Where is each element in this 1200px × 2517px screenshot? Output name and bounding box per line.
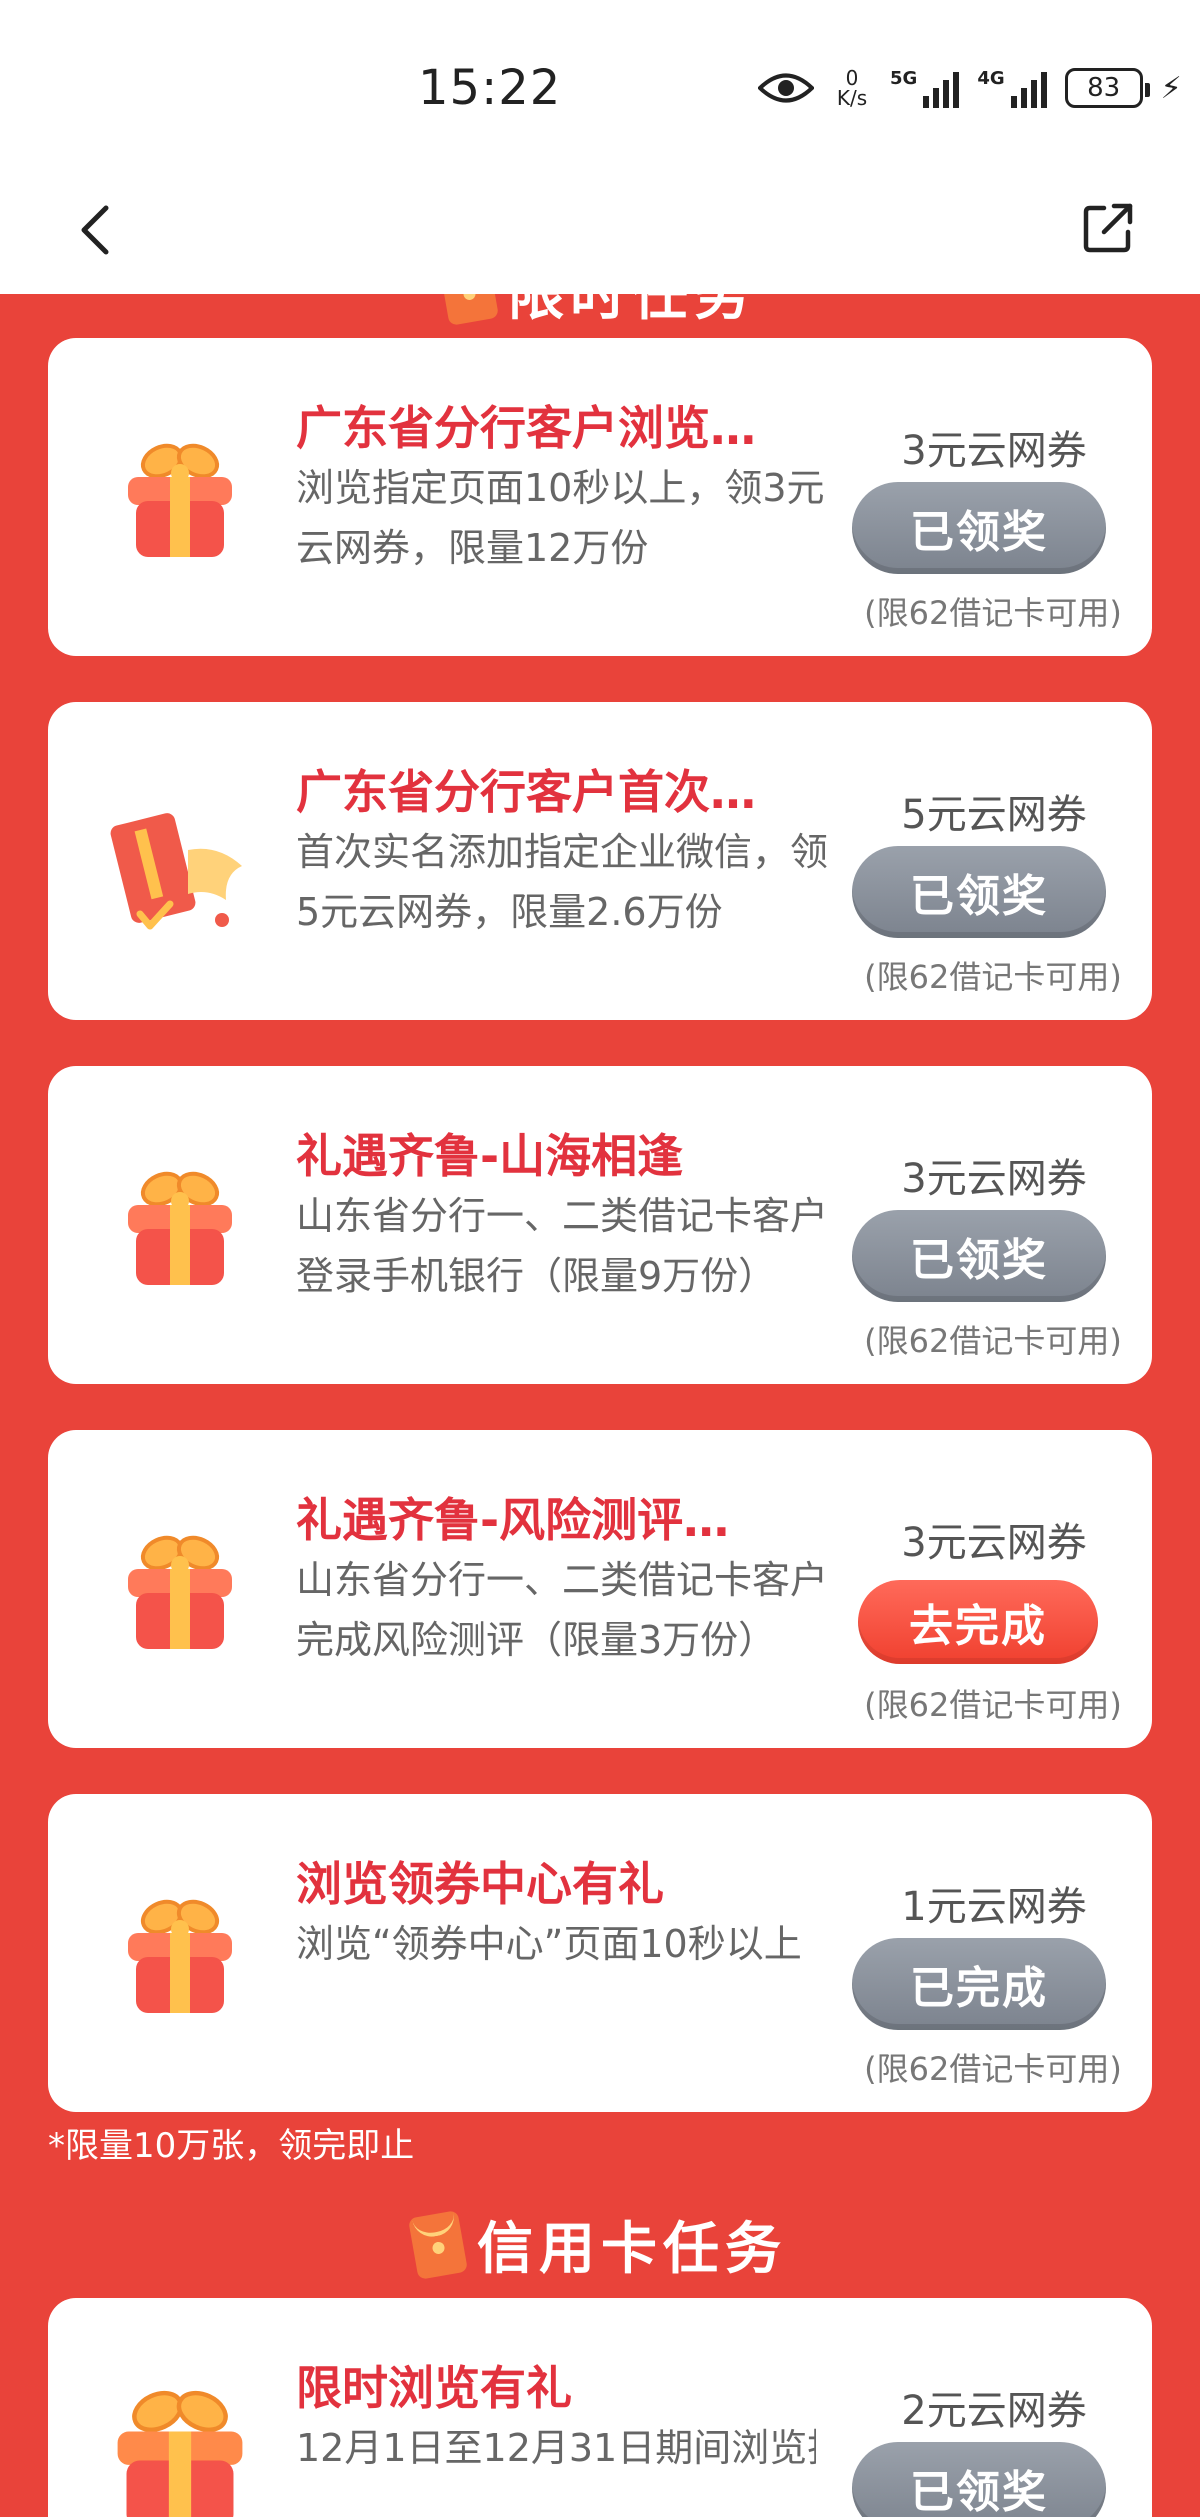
section-title: 信用卡任务 xyxy=(477,2217,787,2282)
task-title: 广东省分行客户首次… xyxy=(296,765,756,819)
task-description: 浏览指定页面10秒以上，领3元云网券，限量12万份 xyxy=(296,466,825,570)
task-title: 礼遇齐鲁-风险测评… xyxy=(296,1493,730,1547)
card-limit-note: (限62借记卡可用) xyxy=(864,1322,1122,1360)
card-limit-note: (限62借记卡可用) xyxy=(864,2050,1122,2088)
status-icons: 0 K/s 5G 4G 83 ⚡ xyxy=(758,60,1182,116)
gift-icon xyxy=(128,1535,232,1649)
back-icon[interactable] xyxy=(68,200,128,260)
red-envelope-icon xyxy=(438,294,500,326)
section-title: 限时任务 xyxy=(508,294,756,328)
task-card: 浏览领券中心有礼 浏览“领券中心”页面10秒以上 1元云网券 已完成 (限62借… xyxy=(48,1794,1152,2112)
reward-amount: 3元云网券 xyxy=(901,428,1087,474)
charging-icon: ⚡ xyxy=(1160,70,1182,106)
signal-4g-label: 4G xyxy=(977,68,1005,89)
task-card: 礼遇齐鲁-山海相逢 山东省分行一、二类借记卡客户登录手机银行（限量9万份） 3元… xyxy=(48,1066,1152,1384)
gift-icon xyxy=(128,443,232,557)
task-description: 首次实名添加指定企业微信，领5元云网券，限量2.6万份 xyxy=(296,830,829,934)
task-description: 山东省分行一、二类借记卡客户登录手机银行（限量9万份） xyxy=(296,1194,829,1298)
net-speed: 0 K/s xyxy=(832,68,872,108)
task-title: 广东省分行客户浏览… xyxy=(296,401,756,455)
task-description: 浏览“领券中心”页面10秒以上 xyxy=(296,1922,802,1966)
go-complete-button[interactable]: 去完成 xyxy=(858,1580,1098,1664)
reward-amount: 5元云网券 xyxy=(901,792,1087,838)
task-card: 广东省分行客户首次… 首次实名添加指定企业微信，领5元云网券，限量2.6万份 5… xyxy=(48,702,1152,1020)
task-description: 12月1日至12月31日期间浏览指定页面 xyxy=(296,2426,816,2470)
card-icon xyxy=(110,813,242,930)
signal-4g-icon: 4G xyxy=(977,68,1047,108)
reward-amount: 1元云网券 xyxy=(901,1884,1087,1930)
task-title: 礼遇齐鲁-山海相逢 xyxy=(296,1129,684,1183)
status-time: 15:22 xyxy=(418,60,562,116)
task-title: 浏览领券中心有礼 xyxy=(296,1857,664,1911)
battery-icon: 83 xyxy=(1064,68,1150,108)
task-card: 礼遇齐鲁-风险测评… 山东省分行一、二类借记卡客户完成风险测评（限量3万份） 3… xyxy=(48,1430,1152,1748)
net-speed-unit: K/s xyxy=(836,86,868,110)
signal-5g-icon: 5G xyxy=(890,68,960,108)
eye-icon xyxy=(758,73,814,103)
task-title: 限时浏览有礼 xyxy=(296,2361,572,2415)
card-limit-note: (限62借记卡可用) xyxy=(864,1686,1122,1724)
nav-bar xyxy=(0,170,1200,294)
net-speed-value: 0 xyxy=(845,66,859,90)
card-limit-note: (限62借记卡可用) xyxy=(864,594,1122,632)
reward-amount: 2元云网券 xyxy=(901,2388,1087,2434)
task-card: 广东省分行客户浏览… 浏览指定页面10秒以上，领3元云网券，限量12万份 3元云… xyxy=(48,338,1152,656)
task-list-area[interactable]: 限时任务 广东省分行客户浏览… 浏览指定页面10秒以上，领3元云网券，限量12万… xyxy=(0,294,1200,2517)
status-bar: 15:22 0 K/s 5G 4G 83 ⚡ xyxy=(0,0,1200,170)
claim-button[interactable]: 已领奖 xyxy=(852,482,1106,574)
gift-icon xyxy=(117,2390,243,2517)
claim-button[interactable]: 已领奖 xyxy=(852,1210,1106,1302)
section-header-limited: 限时任务 xyxy=(0,294,1200,331)
task-card: 限时浏览有礼 12月1日至12月31日期间浏览指定页面 2元云网券 已领奖 xyxy=(48,2298,1152,2517)
completed-button[interactable]: 已完成 xyxy=(852,1938,1106,2030)
card-limit-note: (限62借记卡可用) xyxy=(864,958,1122,996)
reward-amount: 3元云网券 xyxy=(901,1520,1087,1566)
gift-icon xyxy=(128,1171,232,1285)
section-header-credit: 信用卡任务 xyxy=(0,2204,1200,2285)
share-icon[interactable] xyxy=(1078,198,1138,258)
task-description: 山东省分行一、二类借记卡客户完成风险测评（限量3万份） xyxy=(296,1558,829,1662)
gift-icon xyxy=(128,1899,232,2013)
signal-5g-label: 5G xyxy=(890,68,918,89)
limit-footnote: *限量10万张，领完即止 xyxy=(48,2126,415,2166)
red-envelope-icon xyxy=(407,2209,469,2280)
claim-button[interactable]: 已领奖 xyxy=(852,2442,1106,2517)
reward-amount: 3元云网券 xyxy=(901,1156,1087,1202)
claim-button[interactable]: 已领奖 xyxy=(852,846,1106,938)
battery-level: 83 xyxy=(1087,73,1121,103)
